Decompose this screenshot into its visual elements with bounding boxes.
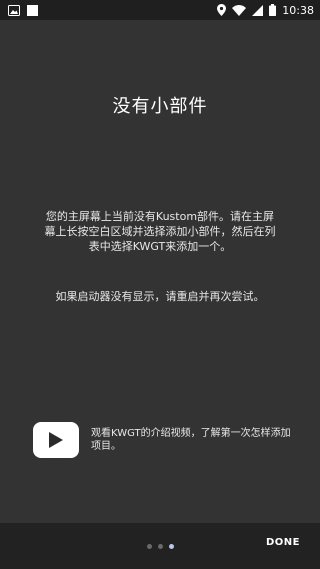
page-indicator	[146, 543, 174, 549]
video-description: 观看KWGT的介绍视频，了解第一次怎样添加项目。	[91, 428, 291, 452]
bottom-bar: DONE	[0, 523, 320, 569]
play-video-button[interactable]	[33, 422, 79, 458]
instructions-text: 您的主屏幕上当前没有Kustom部件。请在主屏幕上长按空白区域并选择添加小部件，…	[44, 210, 276, 253]
page-dot-1	[146, 543, 152, 549]
wifi-icon	[232, 4, 247, 16]
signal-icon	[252, 4, 264, 16]
launcher-hint-text: 如果启动器没有显示，请重启并再次尝试。	[55, 290, 265, 303]
battery-icon	[269, 4, 277, 16]
play-icon	[49, 432, 63, 448]
status-time: 10:38	[282, 3, 314, 17]
intro-content: 没有小部件 您的主屏幕上当前没有Kustom部件。请在主屏幕上长按空白区域并选择…	[0, 20, 320, 523]
image-notification-icon	[8, 4, 20, 16]
page-dot-3-active	[168, 543, 174, 549]
done-button[interactable]: DONE	[266, 537, 300, 548]
status-left	[8, 4, 38, 16]
page-dot-2	[157, 543, 163, 549]
status-bar: 10:38	[0, 0, 320, 20]
intro-video-link[interactable]: 观看KWGT的介绍视频，了解第一次怎样添加项目。	[33, 419, 295, 461]
page-title: 没有小部件	[112, 96, 208, 117]
square-notification-icon	[27, 4, 38, 16]
status-right: 10:38	[217, 4, 314, 17]
location-icon	[217, 4, 227, 16]
